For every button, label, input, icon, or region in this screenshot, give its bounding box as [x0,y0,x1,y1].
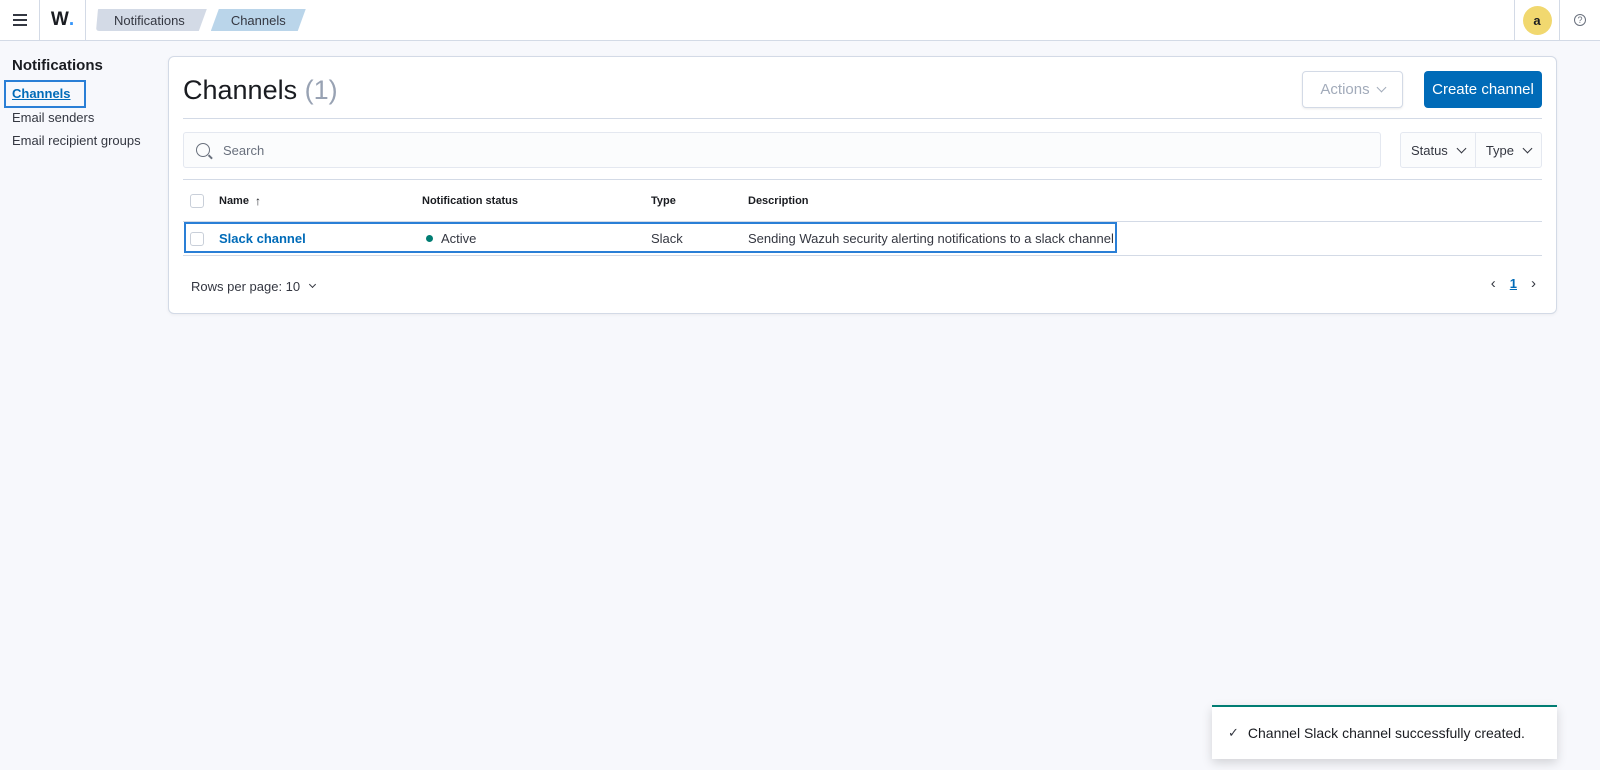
row-select-cell [190,222,204,255]
column-header-name[interactable]: Name ↑ [219,180,261,221]
column-header-type[interactable]: Type [651,180,676,221]
breadcrumb: Notifications Channels [96,0,306,40]
logo-text: W [50,9,69,30]
prev-page-icon[interactable]: ‹ [1491,275,1496,292]
column-header-description: Description [748,194,809,207]
row-checkbox[interactable] [190,231,204,246]
user-menu-button[interactable]: a [1515,0,1559,40]
select-all-cell [190,180,204,221]
channels-table: Name ↑ Notification status Type Descript… [183,179,1542,256]
search-box [183,132,1381,168]
header-right: a ? [1514,0,1600,40]
channel-name-link[interactable]: Slack channel [219,231,306,246]
search-input[interactable] [223,142,1323,158]
type-filter-label: Type [1485,142,1514,158]
chevron-down-icon [1522,143,1533,153]
logo[interactable]: W. [40,0,86,40]
status-filter-label: Status [1410,142,1448,158]
toast-message: Channel Slack channel successfully creat… [1247,725,1525,741]
table-header: Name ↑ Notification status Type Descript… [183,179,1542,222]
next-page-icon[interactable]: › [1531,275,1536,292]
actions-label: Actions [1320,81,1370,98]
pagination: ‹ 1 › [1491,275,1536,292]
select-all-checkbox[interactable] [190,193,204,208]
status-cell: Active [422,222,476,255]
sort-ascending-icon: ↑ [254,193,261,208]
actions-button[interactable]: Actions [1302,71,1403,108]
sidebar-item-email-recipient-groups[interactable]: Email recipient groups [12,129,162,152]
chevron-down-icon [1376,82,1387,93]
search-row: Status Type [183,132,1542,168]
chevron-down-icon [309,280,317,289]
type-cell: Slack [651,231,683,246]
help-icon: ? [1574,14,1586,26]
sidebar-title: Notifications [12,57,103,74]
filter-group: Status Type [1399,132,1542,168]
column-header-status[interactable]: Notification status [422,180,518,221]
column-name-label: Name [219,194,249,207]
hamburger-icon [12,19,27,21]
channel-name-cell: Slack channel [219,222,306,255]
sidebar-item-email-senders[interactable]: Email senders [12,106,162,129]
search-icon [196,143,210,157]
avatar: a [1522,5,1552,35]
breadcrumb-channels[interactable]: Channels [211,9,306,31]
sidebar: Notifications Channels Email senders Ema… [4,57,162,152]
title-row: Channels (1) Actions Create channel [183,71,1542,119]
status-dot-icon [426,235,433,242]
sidebar-item-channels[interactable]: Channels [4,80,86,108]
description-cell: Sending Wazuh security alerting notifica… [748,231,1114,246]
channels-panel: Channels (1) Actions Create channel Stat… [168,56,1557,314]
status-text: Active [441,231,477,246]
chevron-down-icon [1456,143,1467,153]
help-button[interactable]: ? [1560,0,1600,40]
top-header: W. Notifications Channels a ? [0,0,1600,41]
check-icon: ✓ [1228,725,1239,740]
rows-per-page-label: Rows per page: 10 [191,279,301,294]
page-title-text: Channels [183,75,298,105]
table-row: Slack channel Active Slack Sending Wazuh… [183,222,1542,256]
type-filter[interactable]: Type [1474,133,1541,167]
breadcrumb-notifications[interactable]: Notifications [96,9,207,31]
success-toast: ✓ Channel Slack channel successfully cre… [1212,705,1557,759]
pagination-row: Rows per page: 10 ‹ 1 › [183,275,1542,299]
logo-dot: . [68,9,75,30]
page-title: Channels (1) [183,75,338,106]
status-filter[interactable]: Status [1401,133,1475,167]
page-1-button[interactable]: 1 [1510,276,1517,291]
rows-per-page-button[interactable]: Rows per page: 10 [191,279,317,294]
channel-count: (1) [304,75,338,105]
create-channel-button[interactable]: Create channel [1424,71,1542,108]
menu-button[interactable] [0,0,40,40]
